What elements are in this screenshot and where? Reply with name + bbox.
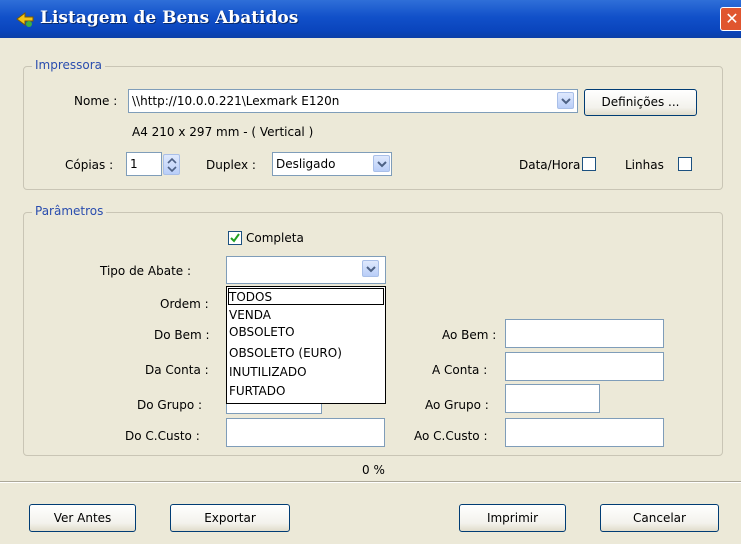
option-venda[interactable]: VENDA [229,308,271,322]
printer-dropdown-button[interactable] [557,92,574,109]
export-button[interactable]: Exportar [170,504,290,532]
ao-grupo-label: Ao Grupo : [425,398,489,412]
da-conta-label: Da Conta : [145,363,209,377]
copies-stepper[interactable] [163,154,180,175]
complete-checkbox[interactable] [228,231,242,245]
close-icon: ✕ [725,9,739,28]
chevron-down-icon [377,161,387,168]
tipo-abate-options-list[interactable]: TODOS VENDA OBSOLETO OBSOLETO (EURO) INU… [226,286,386,404]
option-obsoleto-euro[interactable]: OBSOLETO (EURO) [229,346,342,360]
printer-legend: Impressora [32,58,106,72]
chevron-down-icon [366,266,376,273]
complete-label: Completa [246,231,304,245]
progress-label: 0 % [362,463,385,477]
duplex-dropdown-button[interactable] [373,155,390,172]
printer-settings-button[interactable]: Definições ... [584,89,697,116]
option-inutilizado[interactable]: INUTILIZADO [229,365,307,379]
printer-name-select[interactable]: \\http://10.0.0.221\Lexmark E120n [128,89,578,113]
option-todos[interactable]: TODOS [229,290,272,304]
do-ccusto-label: Do C.Custo : [125,429,200,443]
ao-ccusto-label: Ao C.Custo : [414,429,488,443]
preview-button[interactable]: Ver Antes [29,504,136,532]
datetime-checkbox[interactable] [582,157,596,171]
option-furtado[interactable]: FURTADO [229,384,285,398]
cancel-button[interactable]: Cancelar [600,504,719,532]
duplex-label: Duplex : [206,158,256,172]
do-ccusto-input[interactable] [226,418,385,447]
do-grupo-label: Do Grupo : [137,398,203,412]
printer-name-label: Nome : [74,94,118,108]
dialog-window: Listagem de Bens Abatidos ✕ Impressora N… [0,0,741,544]
app-icon [16,12,34,27]
lines-label: Linhas [625,158,664,172]
ao-grupo-input[interactable] [505,384,600,413]
option-obsoleto[interactable]: OBSOLETO [229,325,295,339]
duplex-value: Desligado [276,157,336,171]
chevron-down-icon [561,98,571,105]
tipo-abate-label: Tipo de Abate : [100,264,192,278]
title-bar[interactable]: Listagem de Bens Abatidos ✕ [0,0,741,38]
copies-label: Cópias : [65,158,114,172]
close-button[interactable]: ✕ [720,7,741,31]
copies-input[interactable]: 1 [126,152,162,176]
datetime-label: Data/Hora [519,158,581,172]
params-legend: Parâmetros [32,204,107,218]
check-icon [230,233,240,243]
paper-info: A4 210 x 297 mm - ( Vertical ) [132,125,314,139]
ao-bem-input[interactable] [505,319,664,348]
ao-bem-label: Ao Bem : [442,328,497,342]
window-title: Listagem de Bens Abatidos [40,8,299,28]
tipo-abate-dropdown-button[interactable] [362,260,379,277]
printer-name-value: \\http://10.0.0.221\Lexmark E120n [132,94,340,108]
copies-value: 1 [130,157,138,171]
stepper-arrows-icon [167,157,177,173]
print-button[interactable]: Imprimir [459,504,566,532]
do-bem-label: Do Bem : [154,328,210,342]
a-conta-input[interactable] [505,352,664,381]
footer-separator-highlight [0,482,741,483]
a-conta-label: A Conta : [432,363,488,377]
ordem-label: Ordem : [160,297,209,311]
lines-checkbox[interactable] [678,157,692,171]
ao-ccusto-input[interactable] [505,418,664,447]
